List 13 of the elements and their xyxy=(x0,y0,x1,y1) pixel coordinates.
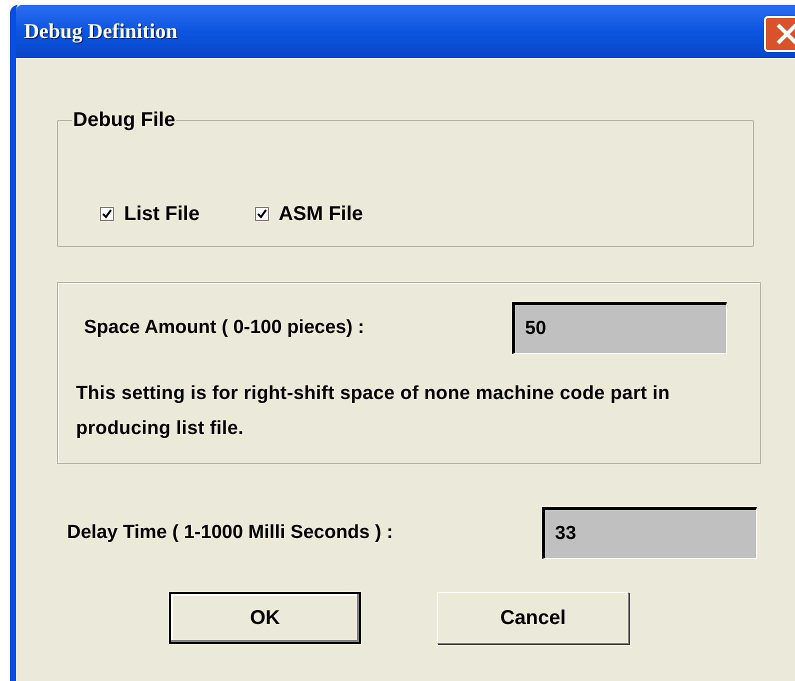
description-text: This setting is for right-shift space of none machine code part in producing list file. xyxy=(76,382,671,441)
field-label: Delay Time ( 1-1000 Milli Seconds ) : xyxy=(67,520,394,545)
checkbox[interactable] xyxy=(100,207,114,221)
ok-button[interactable]: OK xyxy=(169,592,361,644)
input-field[interactable]: 50 xyxy=(512,302,727,354)
checkbox[interactable] xyxy=(254,207,269,221)
input-field[interactable]: 33 xyxy=(542,507,757,559)
cancel-button[interactable]: Cancel xyxy=(437,592,629,644)
checkbox-option[interactable]: List File xyxy=(100,199,200,229)
close-icon xyxy=(775,22,795,46)
window-title: Debug Definition xyxy=(24,18,178,45)
checkbox-option[interactable]: ASM File xyxy=(254,199,364,229)
field-label: Space Amount ( 0-100 pieces) : xyxy=(84,316,366,340)
